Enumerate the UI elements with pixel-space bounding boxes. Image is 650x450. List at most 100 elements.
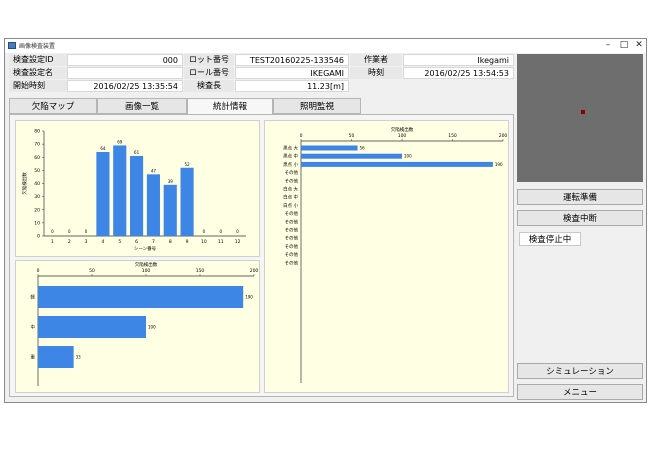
bar — [38, 286, 244, 308]
type-chart-panel: 欠陥検出数 0 50 100 150 200 黒点 大 56 黒点 中 100 黒点 小 190 その他… — [264, 120, 509, 393]
run-prep-button[interactable]: 運転準備 — [517, 189, 643, 205]
y-tick-label: 20 — [34, 207, 40, 213]
tab-lighting-monitor[interactable]: 照明監視 — [273, 98, 361, 114]
x-tick-label: 200 — [250, 268, 259, 274]
y-tick-label: その他 — [285, 243, 299, 250]
start-time-value: 2016/02/25 13:35:54 — [67, 80, 183, 92]
y-tick-label: 黒点 大 — [283, 145, 298, 152]
x-tick-label: 50 — [349, 133, 355, 139]
bar — [301, 145, 358, 151]
bar — [96, 152, 110, 236]
data-label: 0 — [51, 229, 54, 234]
x-tick-label: 150 — [196, 268, 205, 274]
type-defect-chart: 欠陥検出数 0 50 100 150 200 黒点 大 56 黒点 中 100 黒点 小 190 その他… — [283, 126, 508, 383]
data-label: 0 — [203, 229, 206, 234]
data-label: 0 — [236, 229, 239, 234]
x-tick-label: 8 — [169, 239, 172, 245]
bar — [146, 174, 160, 236]
x-tick-label: 4 — [101, 239, 104, 245]
y-tick-label: その他 — [285, 210, 299, 217]
scene-defect-chart: 0102030405060708001020364469561647739852… — [21, 129, 246, 252]
y-axis-title: 欠陥検出数 — [21, 172, 28, 195]
y-tick-label: 60 — [34, 155, 40, 161]
x-tick-label: 150 — [448, 133, 457, 139]
app-icon — [8, 42, 16, 49]
tab-statistics[interactable]: 統計情報 — [187, 98, 273, 114]
statistics-panel: 0 10 20 30 40 50 60 70 80 0 1 0 2 0 3 64 4 69 5 61 6 47 7 39 8 52… — [9, 114, 514, 397]
data-label: 64 — [100, 146, 106, 151]
data-label: 33 — [76, 355, 82, 360]
y-tick-label: 50 — [34, 168, 40, 174]
y-tick-label: 重 — [31, 354, 36, 361]
y-tick-label: 中 — [31, 324, 36, 331]
y-tick-label: その他 — [285, 218, 299, 225]
data-label: 190 — [495, 162, 503, 167]
data-label: 61 — [134, 150, 140, 155]
data-label: 0 — [68, 229, 71, 234]
x-tick-label: 1 — [51, 239, 54, 245]
x-axis-title: シーン番号 — [134, 245, 157, 252]
title-bar: 画像検査装置 – □ ✕ — [5, 39, 646, 53]
camera-preview — [517, 54, 643, 182]
worker-value: Ikegami — [403, 54, 514, 66]
time-value: 2016/02/25 13:54:53 — [403, 67, 514, 79]
bar — [301, 153, 402, 159]
y-tick-label: 軽 — [31, 294, 36, 301]
inspection-info: 検査設定ID 000 ロット番号 TEST20160225-133546 作業者… — [9, 54, 514, 94]
data-label: 52 — [185, 162, 191, 167]
inspection-id-label: 検査設定ID — [9, 54, 67, 66]
data-label: 39 — [168, 179, 174, 184]
chart-title: 欠陥検出数 — [135, 261, 158, 268]
x-tick-label: 200 — [499, 133, 508, 139]
x-tick-label: 3 — [85, 239, 88, 245]
x-tick-label: 2 — [68, 239, 71, 245]
lot-label: ロット番号 — [184, 54, 234, 66]
x-tick-label: 12 — [235, 239, 241, 245]
x-tick-label: 11 — [218, 239, 224, 245]
data-label: 56 — [360, 146, 366, 151]
y-tick-label: その他 — [285, 251, 299, 258]
tab-defect-map[interactable]: 欠陥マップ — [9, 98, 97, 114]
x-tick-label: 100 — [142, 268, 151, 274]
data-label: 47 — [151, 168, 157, 173]
setting-name-value — [67, 67, 183, 79]
bar — [130, 155, 144, 236]
close-icon[interactable]: ✕ — [632, 40, 646, 51]
window-title: 画像検査装置 — [19, 43, 56, 50]
bar — [38, 346, 74, 368]
y-tick-label: 黒点 小 — [283, 161, 298, 168]
inspection-length-value: 11.23[m] — [235, 80, 349, 92]
roll-number-label: ロール番号 — [184, 67, 234, 79]
status-indicator: 検査停止中 — [519, 232, 581, 246]
maximize-icon[interactable]: □ — [617, 40, 631, 51]
bar — [38, 316, 146, 338]
defect-marker — [581, 110, 585, 114]
x-tick-label: 100 — [398, 133, 407, 139]
y-tick-label: 70 — [34, 142, 40, 148]
setting-name-label: 検査設定名 — [9, 67, 67, 79]
severity-chart-panel: 欠陥検出数 0 50 100 150 200 軽 190 中 100 重 33 — [15, 260, 260, 393]
x-tick-label: 50 — [89, 268, 95, 274]
simulation-button[interactable]: シミュレーション — [517, 363, 643, 379]
y-tick-label: その他 — [285, 177, 299, 184]
roll-number-value: IKEGAMI — [235, 67, 349, 79]
tab-image-list[interactable]: 画像一覧 — [97, 98, 187, 114]
minimize-icon[interactable]: – — [601, 40, 615, 51]
data-label: 69 — [117, 139, 123, 144]
y-tick-label: 80 — [34, 129, 40, 135]
pause-inspection-button[interactable]: 検査中断 — [517, 210, 643, 226]
x-tick-label: 0 — [37, 268, 40, 274]
severity-defect-chart: 欠陥検出数 0 50 100 150 200 軽 190 中 100 重 33 — [31, 261, 259, 386]
time-label: 時刻 — [350, 67, 402, 79]
x-tick-label: 5 — [118, 239, 121, 245]
data-label: 100 — [148, 325, 156, 330]
x-tick-label: 9 — [186, 239, 189, 245]
data-label: 0 — [85, 229, 88, 234]
y-tick-label: 黒点 中 — [283, 153, 298, 160]
y-tick-label: 10 — [34, 220, 40, 226]
data-label: 100 — [404, 154, 412, 159]
y-tick-label: 40 — [34, 181, 40, 187]
y-tick-label: 0 — [37, 234, 40, 240]
menu-button[interactable]: メニュー — [517, 384, 643, 400]
worker-label: 作業者 — [350, 54, 402, 66]
